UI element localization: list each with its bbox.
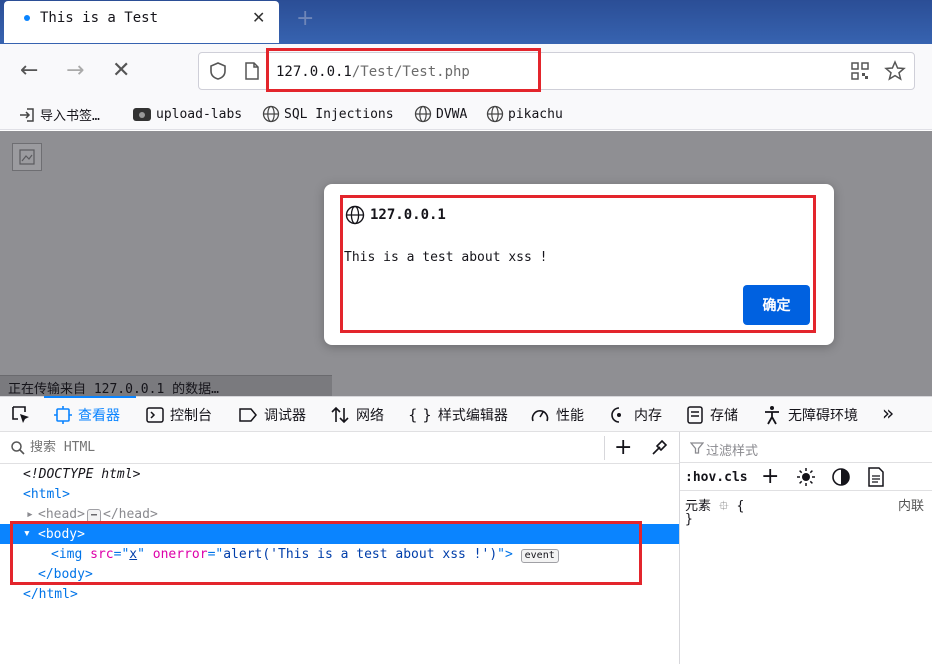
- tree-html-close[interactable]: </html>: [23, 587, 78, 602]
- devtools-tab-memory[interactable]: 内存: [610, 405, 662, 425]
- tree-doctype[interactable]: <!DOCTYPE html>: [23, 467, 140, 482]
- memory-icon: [611, 407, 621, 423]
- devtools-tab-performance[interactable]: 性能: [530, 405, 584, 425]
- bookmark-import[interactable]: 导入书签…: [18, 105, 100, 124]
- filter-styles-input[interactable]: 过滤样式: [706, 440, 758, 459]
- accessibility-icon: [765, 406, 779, 425]
- upload-labs-icon: [133, 108, 151, 121]
- devtools-tab-style-editor[interactable]: { } 样式编辑器: [408, 405, 508, 425]
- bookmark-label: DVWA: [436, 106, 468, 122]
- element-picker-icon[interactable]: ⯐: [719, 499, 729, 514]
- search-html-input[interactable]: [30, 440, 590, 455]
- url-host: 127.0.0.1: [276, 64, 352, 80]
- devtools-tab-label: 调试器: [264, 408, 306, 424]
- devtools-tab-label: 控制台: [170, 408, 212, 424]
- network-icon: [331, 406, 349, 424]
- devtools-tab-network[interactable]: 网络: [330, 405, 384, 425]
- status-text: 正在传输来自 127.0.0.1 的数据…: [8, 382, 219, 397]
- tree-html-open[interactable]: <html>: [23, 487, 70, 502]
- doctype-text: <!DOCTYPE html>: [23, 467, 141, 482]
- globe-icon: [414, 105, 432, 123]
- devtools-more-tabs-button[interactable]: »: [882, 401, 894, 425]
- bookmark-label: SQL Injections: [284, 106, 394, 122]
- light-theme-icon[interactable]: [796, 467, 816, 487]
- inline-source-label: 内联: [898, 499, 925, 514]
- url-path: /Test/Test.php: [351, 64, 470, 80]
- globe-icon: [486, 105, 504, 123]
- devtools-tab-label: 存储: [710, 408, 738, 424]
- body-highlight-box: [10, 521, 642, 585]
- back-button[interactable]: ←: [20, 58, 38, 83]
- bookmark-dvwa[interactable]: DVWA: [414, 105, 467, 123]
- forward-button[interactable]: →: [66, 58, 84, 83]
- bookmark-label: upload-labs: [156, 106, 243, 122]
- devtools-tab-console[interactable]: 控制台: [146, 405, 212, 425]
- print-media-icon[interactable]: [867, 467, 885, 487]
- pick-element-icon[interactable]: [10, 404, 32, 426]
- debugger-icon: [239, 408, 257, 422]
- new-tab-button[interactable]: +: [296, 6, 314, 31]
- bookmark-upload-labs[interactable]: upload-labs: [132, 105, 242, 123]
- devtools-tab-storage[interactable]: 存储: [686, 405, 738, 425]
- devtools-tab-label: 无障碍环境: [788, 408, 858, 424]
- stop-button[interactable]: ✕: [112, 58, 130, 83]
- active-tab-indicator: [44, 396, 136, 398]
- devtools-tab-inspector[interactable]: 查看器: [54, 405, 120, 425]
- tree-head-toggle[interactable]: ▸: [26, 507, 34, 522]
- devtools-tab-debugger[interactable]: 调试器: [238, 405, 306, 425]
- bookmark-sql-injections[interactable]: SQL Injections: [262, 105, 394, 123]
- storage-icon: [687, 406, 703, 424]
- toolbar-separator: [604, 436, 605, 460]
- performance-icon: [531, 410, 549, 422]
- dark-theme-icon[interactable]: [831, 467, 851, 487]
- bookmark-star-icon[interactable]: [884, 60, 906, 82]
- dialog-highlight-box: [340, 195, 816, 333]
- tab-close-icon[interactable]: ✕: [252, 8, 265, 27]
- pane-splitter[interactable]: [679, 432, 680, 664]
- element-rule[interactable]: 元素 ⯐ {: [685, 495, 744, 519]
- page-info-icon[interactable]: [244, 61, 260, 81]
- filter-icon: [690, 442, 704, 454]
- tab-loading-dot: [24, 15, 30, 21]
- devtools-tab-label: 查看器: [78, 408, 120, 424]
- devtools-tab-label: 内存: [634, 408, 662, 424]
- tab-title: This is a Test: [40, 10, 159, 26]
- inspector-icon: [54, 406, 72, 424]
- devtools-tab-label: 样式编辑器: [437, 408, 508, 424]
- globe-icon: [262, 105, 280, 123]
- console-icon: [146, 407, 164, 423]
- head-close-tag: </head>: [103, 507, 158, 522]
- styles-separator: [680, 490, 932, 491]
- broken-image-icon: [12, 143, 42, 171]
- bookmark-label: 导入书签…: [40, 109, 100, 124]
- head-open-tag: <head>: [38, 507, 85, 522]
- url-text[interactable]: 127.0.0.1/Test/Test.php: [276, 64, 470, 80]
- hov-cls-toggle[interactable]: :hov.cls: [685, 470, 748, 485]
- qr-code-icon[interactable]: [850, 61, 870, 81]
- devtools-tab-accessibility[interactable]: 无障碍环境: [762, 405, 858, 425]
- import-icon: [20, 107, 34, 122]
- search-icon: [11, 441, 25, 455]
- style-editor-icon: { }: [408, 406, 432, 424]
- rule-brace-open: {: [736, 499, 745, 514]
- bookmark-label: pikachu: [508, 106, 563, 122]
- rule-brace-close: }: [685, 512, 693, 527]
- devtools-tab-label: 性能: [556, 408, 584, 424]
- eyedropper-icon[interactable]: [650, 439, 668, 457]
- shield-icon[interactable]: [208, 61, 228, 81]
- styles-separator: [680, 462, 932, 463]
- add-node-button[interactable]: +: [614, 435, 632, 460]
- devtools-tab-label: 网络: [356, 408, 384, 424]
- bookmark-pikachu[interactable]: pikachu: [486, 105, 563, 123]
- add-rule-button[interactable]: +: [761, 464, 779, 489]
